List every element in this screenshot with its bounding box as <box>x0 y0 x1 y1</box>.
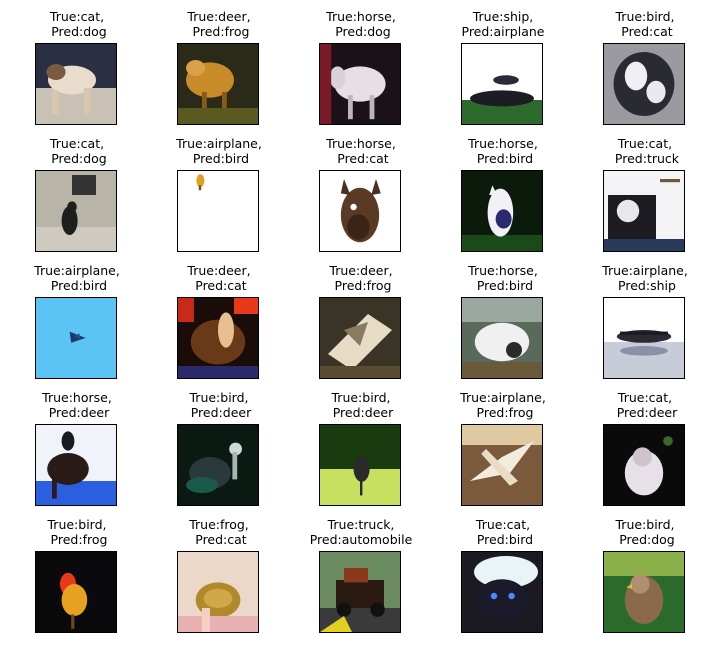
cat-photo <box>461 551 543 633</box>
prediction-caption: True:deer, Pred:frog <box>187 9 251 39</box>
prediction-cell: True:bird, Pred:deer <box>154 381 284 506</box>
prediction-caption: True:cat, Pred:truck <box>614 136 680 166</box>
prediction-caption: True:deer, Pred:cat <box>187 263 251 293</box>
prediction-caption: True:cat, Pred:dog <box>49 136 107 166</box>
horse-rider-photo <box>35 424 117 506</box>
prediction-caption: True:cat, Pred:dog <box>49 9 107 39</box>
prediction-cell: True:horse, Pred:cat <box>296 127 426 252</box>
prediction-caption: True:frog, Pred:cat <box>189 517 249 547</box>
bird-grass-photo <box>319 424 401 506</box>
bird-photo <box>35 551 117 633</box>
prediction-cell: True:deer, Pred:frog <box>296 254 426 379</box>
prediction-caption: True:cat, Pred:deer <box>616 390 678 420</box>
horse-photo <box>461 297 543 379</box>
prediction-cell: True:frog, Pred:cat <box>154 508 284 633</box>
prediction-cell: True:airplane, Pred:bird <box>12 254 142 379</box>
ship-photo <box>461 43 543 125</box>
prediction-caption: True:horse, Pred:dog <box>326 9 396 39</box>
prediction-cell: True:airplane, Pred:frog <box>438 381 568 506</box>
prediction-cell: True:bird, Pred:dog <box>580 508 710 633</box>
prediction-cell: True:cat, Pred:deer <box>580 381 710 506</box>
airplane-photo <box>461 424 543 506</box>
prediction-caption: True:horse, Pred:bird <box>468 263 538 293</box>
horse-head-photo <box>319 170 401 252</box>
cat-photo <box>603 424 685 506</box>
truck-photo <box>319 551 401 633</box>
prediction-caption: True:truck, Pred:automobile <box>309 517 413 547</box>
prediction-caption: True:airplane, Pred:frog <box>460 390 546 420</box>
prediction-caption: True:ship, Pred:airplane <box>461 9 545 39</box>
prediction-caption: True:bird, Pred:dog <box>615 517 675 547</box>
airplane-photo <box>603 297 685 379</box>
prediction-cell: True:airplane, Pred:bird <box>154 127 284 252</box>
prediction-cell: True:ship, Pred:airplane <box>438 0 568 125</box>
prediction-cell: True:deer, Pred:frog <box>154 0 284 125</box>
cat-photo <box>35 170 117 252</box>
cat-dog-photo <box>35 43 117 125</box>
prediction-caption: True:horse, Pred:bird <box>468 136 538 166</box>
prediction-caption: True:cat, Pred:bird <box>475 517 534 547</box>
prediction-cell: True:truck, Pred:automobile <box>296 508 426 633</box>
prediction-caption: True:bird, Pred:deer <box>189 390 252 420</box>
prediction-caption: True:deer, Pred:frog <box>329 263 393 293</box>
prediction-caption: True:horse, Pred:deer <box>42 390 112 420</box>
prediction-caption: True:bird, Pred:frog <box>47 517 108 547</box>
prediction-caption: True:airplane, Pred:bird <box>176 136 262 166</box>
prediction-cell: True:cat, Pred:dog <box>12 127 142 252</box>
horse-photo <box>461 170 543 252</box>
prediction-caption: True:bird, Pred:cat <box>615 9 675 39</box>
bird-photo <box>177 424 259 506</box>
airplane-photo <box>177 170 259 252</box>
bird-photo <box>603 43 685 125</box>
prediction-cell: True:bird, Pred:cat <box>580 0 710 125</box>
airplane-sky-photo <box>35 297 117 379</box>
prediction-cell: True:bird, Pred:frog <box>12 508 142 633</box>
prediction-caption: True:horse, Pred:cat <box>326 136 396 166</box>
prediction-caption: True:bird, Pred:deer <box>331 390 394 420</box>
horse-photo <box>319 43 401 125</box>
deer-photo <box>177 297 259 379</box>
prediction-cell: True:cat, Pred:truck <box>580 127 710 252</box>
prediction-caption: True:airplane, Pred:bird <box>34 263 120 293</box>
frog-photo <box>177 551 259 633</box>
prediction-cell: True:horse, Pred:deer <box>12 381 142 506</box>
prediction-cell: True:bird, Pred:deer <box>296 381 426 506</box>
prediction-cell: True:horse, Pred:dog <box>296 0 426 125</box>
prediction-caption: True:airplane, Pred:ship <box>602 263 688 293</box>
prediction-cell: True:cat, Pred:dog <box>12 0 142 125</box>
prediction-cell: True:cat, Pred:bird <box>438 508 568 633</box>
prediction-cell: True:airplane, Pred:ship <box>580 254 710 379</box>
cat-photo <box>603 170 685 252</box>
deer-photo <box>177 43 259 125</box>
prediction-cell: True:horse, Pred:bird <box>438 254 568 379</box>
prediction-cell: True:deer, Pred:cat <box>154 254 284 379</box>
prediction-cell: True:horse, Pred:bird <box>438 127 568 252</box>
deer-photo <box>319 297 401 379</box>
bird-photo <box>603 551 685 633</box>
